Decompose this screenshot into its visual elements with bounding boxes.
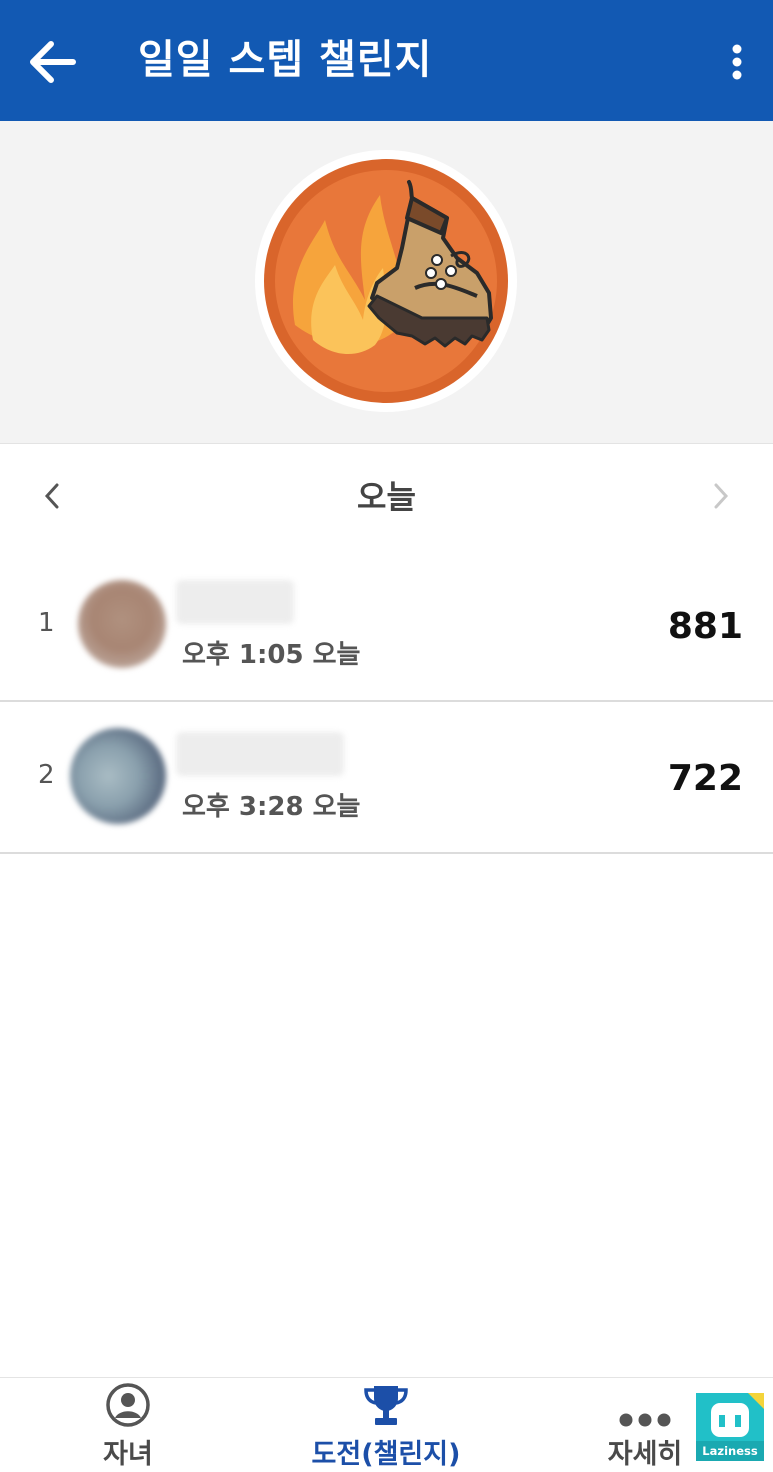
tab-children-label: 자녀 [103, 1439, 153, 1470]
svg-text:Laziness: Laziness [702, 1444, 758, 1458]
arrow-left-icon [30, 41, 76, 83]
more-horizontal-icon [619, 1413, 671, 1427]
back-button[interactable] [24, 34, 80, 90]
date-navigator: 오늘 [0, 444, 773, 548]
next-day-button[interactable] [699, 474, 743, 518]
rank-number: 1 [38, 608, 55, 638]
person-circle-icon [106, 1383, 150, 1427]
page-title: 일일 스텝 챌린지 [138, 37, 433, 83]
avatar [78, 580, 166, 668]
tab-challenge-label: 도전(챌린지) [311, 1439, 461, 1470]
more-vertical-icon [732, 44, 742, 80]
step-count: 722 [667, 758, 743, 799]
rank-number: 2 [38, 760, 55, 790]
app-bar: 일일 스텝 챌린지 [0, 0, 773, 121]
bottom-navigation: 자녀 도전(챌린지) 자세히 [0, 1377, 773, 1472]
user-name-redacted [176, 580, 294, 624]
avatar [70, 728, 166, 824]
step-sync-time: 오후 1:05 오늘 [182, 640, 361, 670]
user-name-redacted [176, 732, 344, 776]
leaderboard-row[interactable]: 1 오후 1:05 오늘 881 [0, 550, 773, 702]
current-date-label: 오늘 [357, 478, 416, 516]
tab-challenge[interactable]: 도전(챌린지) [296, 1378, 476, 1472]
laziness-logo-icon: Laziness [696, 1393, 764, 1461]
laziness-logo: Laziness [696, 1393, 764, 1461]
trophy-icon [364, 1386, 408, 1425]
chevron-right-icon [714, 483, 729, 509]
leaderboard-row[interactable]: 2 오후 3:28 오늘 722 [0, 702, 773, 854]
tab-details[interactable]: 자세히 [590, 1378, 700, 1472]
overflow-menu-button[interactable] [719, 34, 755, 90]
step-count: 881 [667, 606, 743, 647]
step-sync-time: 오후 3:28 오늘 [182, 792, 361, 822]
boot-fire-badge-icon [255, 150, 517, 412]
challenge-badge [255, 150, 517, 412]
tab-children[interactable]: 자녀 [78, 1378, 178, 1472]
challenge-hero [0, 121, 773, 444]
tab-details-label: 자세히 [607, 1439, 683, 1470]
